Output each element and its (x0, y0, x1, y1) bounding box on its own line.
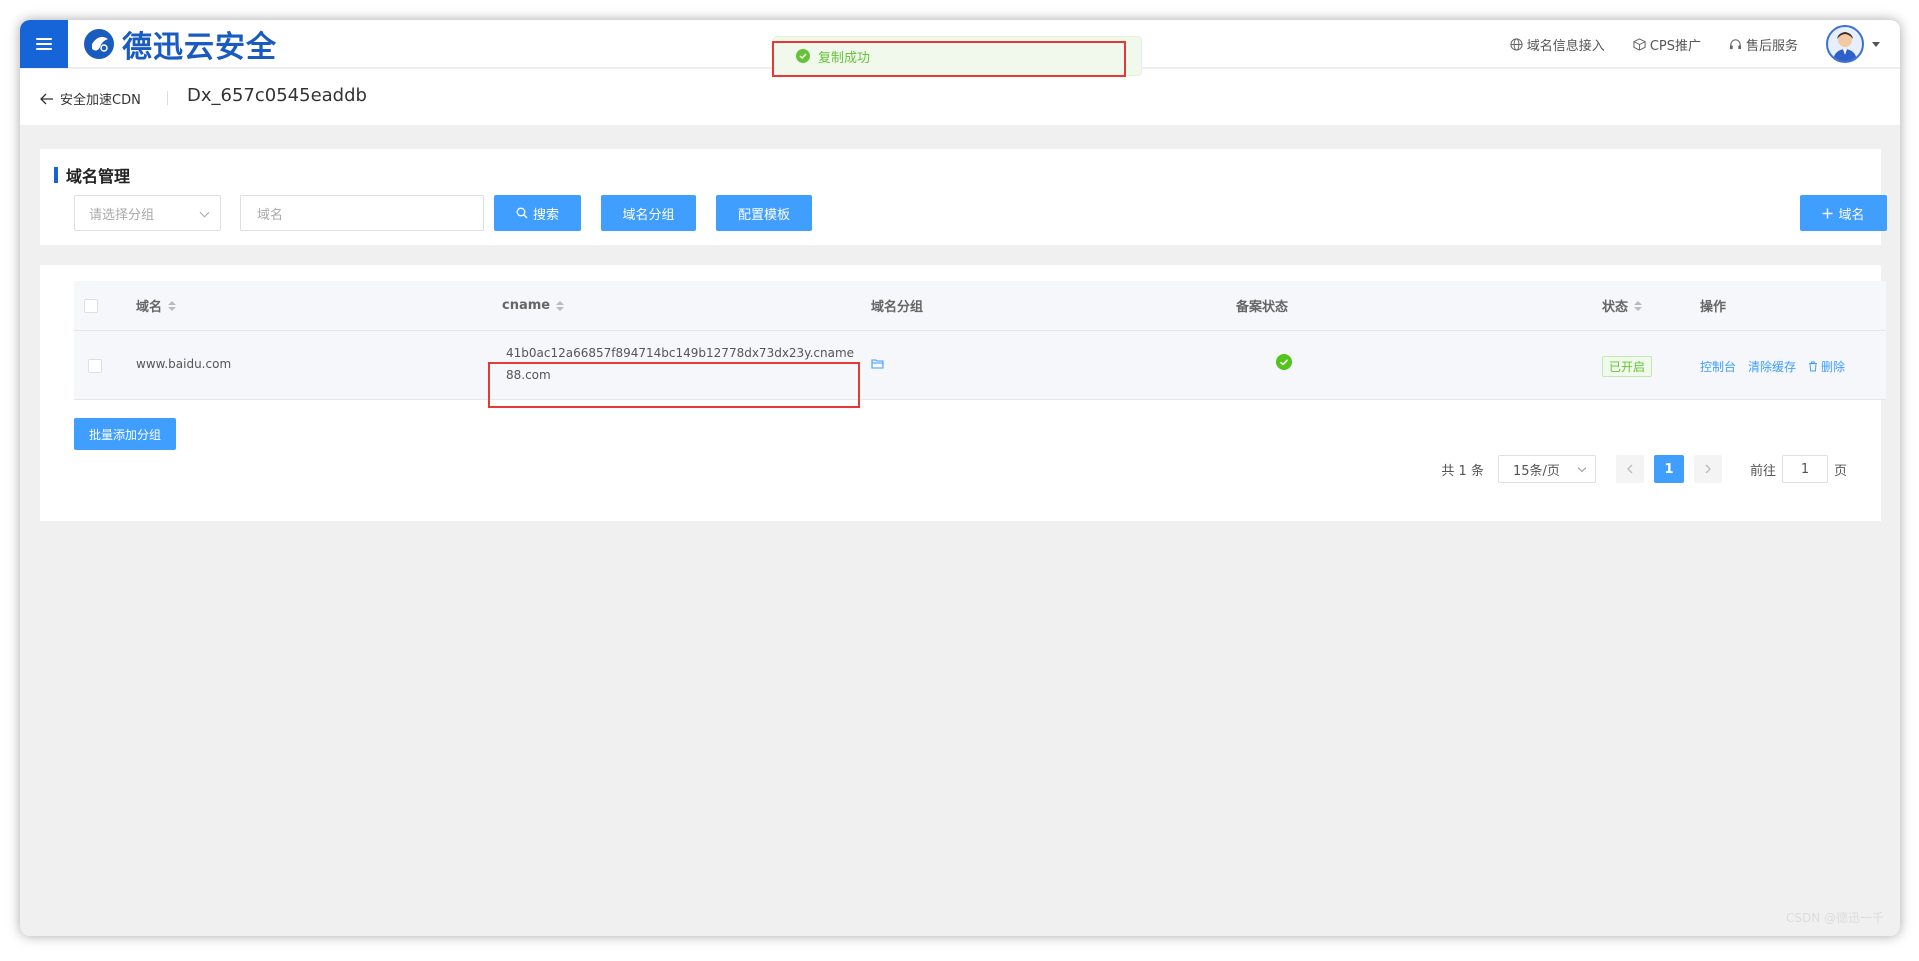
trash-icon (1809, 361, 1818, 372)
header-nav: 域名信息接入 CPS推广 售后服务 (1510, 20, 1880, 68)
prev-page-button[interactable] (1615, 455, 1644, 483)
app-window: 德迅云安全 域名信息接入 CPS推广 售后服务 复制成功 安全加速CDN Dx_… (20, 20, 1900, 936)
arrow-left-icon (40, 93, 53, 104)
chevron-left-icon (1627, 464, 1633, 474)
status-badge: 已开启 (1602, 356, 1653, 377)
user-avatar-icon (1833, 32, 1857, 61)
col-domain[interactable]: 域名 (136, 296, 177, 315)
col-group: 域名分组 (871, 296, 923, 315)
domain-search-placeholder: 域名 (257, 207, 284, 223)
section-title: 域名管理 (54, 163, 130, 187)
sort-icon (556, 300, 565, 311)
total-count: 共 1 条 (1441, 463, 1484, 479)
folder-icon (871, 359, 884, 369)
row-status: 已开启 (1602, 356, 1653, 377)
group-select[interactable]: 请选择分组 (74, 195, 221, 231)
back-link[interactable]: 安全加速CDN (40, 89, 141, 108)
purge-cache-link[interactable]: 清除缓存 (1748, 358, 1796, 375)
domain-group-button[interactable]: 域名分组 (601, 195, 696, 231)
delete-link-label: 删除 (1821, 360, 1846, 374)
highlight-box-toast (772, 41, 1126, 77)
chevron-right-icon (1705, 464, 1711, 474)
col-group-label: 域名分组 (871, 300, 924, 315)
search-button-label: 搜索 (532, 207, 559, 223)
menu-toggle-button[interactable] (20, 20, 68, 68)
search-button[interactable]: 搜索 (494, 195, 581, 231)
pagination: 共 1 条 15条/页 1 前往 1 页 (1441, 455, 1847, 483)
section-title-text: 域名管理 (66, 167, 131, 186)
globe-icon (1510, 37, 1523, 51)
highlight-box-cname (488, 362, 860, 408)
filter-panel: 域名管理 请选择分组 域名 搜索 域名分组 配置模板 域名 (40, 149, 1887, 245)
col-actions: 操作 (1700, 296, 1726, 315)
nav-after-sales-label: 售后服务 (1745, 38, 1798, 54)
logo-text: 德迅云安全 (122, 30, 277, 65)
row-domain: www.baidu.com (136, 357, 232, 371)
select-all-checkbox[interactable] (84, 298, 98, 313)
goto-prefix: 前往 (1749, 463, 1776, 479)
caret-down-icon (1872, 41, 1880, 47)
goto-page: 前往 1 页 (1750, 455, 1847, 483)
add-domain-button-label: 域名 (1838, 207, 1865, 223)
logo[interactable]: 德迅云安全 (82, 24, 277, 65)
config-template-button[interactable]: 配置模板 (716, 195, 812, 231)
domain-search-input[interactable]: 域名 (240, 195, 484, 231)
col-status-label: 状态 (1602, 300, 1629, 315)
nav-cps[interactable]: CPS推广 (1633, 35, 1701, 54)
search-icon (516, 207, 528, 219)
add-domain-button[interactable]: 域名 (1800, 195, 1887, 231)
user-menu[interactable] (1826, 25, 1880, 63)
col-icp-label: 备案状态 (1236, 300, 1289, 315)
page-size-value: 15条/页 (1512, 463, 1560, 479)
nav-after-sales[interactable]: 售后服务 (1729, 35, 1798, 54)
nav-cps-label: CPS推广 (1649, 38, 1701, 54)
avatar (1826, 25, 1864, 63)
plus-icon (1822, 208, 1833, 218)
col-status[interactable]: 状态 (1602, 296, 1643, 315)
config-template-button-label: 配置模板 (737, 207, 790, 223)
nav-domain-info-label: 域名信息接入 (1526, 38, 1605, 54)
menu-icon (36, 38, 52, 50)
goto-suffix: 页 (1833, 463, 1847, 479)
sort-icon (168, 300, 177, 311)
col-icp: 备案状态 (1236, 296, 1288, 315)
col-cname[interactable]: cname (502, 298, 565, 313)
watermark: CSDN @德迅一千 (1785, 911, 1884, 925)
headset-icon (1729, 38, 1742, 49)
nav-domain-info[interactable]: 域名信息接入 (1510, 35, 1605, 54)
back-link-label: 安全加速CDN (60, 93, 141, 108)
table-header: 域名 cname 域名分组 备案状态 状态 操作 (74, 281, 1886, 330)
domain-table-panel: 域名 cname 域名分组 备案状态 状态 操作 www.baidu.com 4… (40, 265, 1886, 521)
row-icp-status (1276, 354, 1292, 370)
row-checkbox[interactable] (88, 359, 102, 373)
breadcrumb: 安全加速CDN Dx_657c0545eaddb (20, 69, 1900, 125)
domain-group-button-label: 域名分组 (622, 207, 675, 223)
row-actions: 控制台 清除缓存 删除 (1700, 358, 1857, 375)
breadcrumb-divider (167, 91, 168, 105)
page-size-select[interactable]: 15条/页 (1497, 455, 1596, 483)
domain-table: 域名 cname 域名分组 备案状态 状态 操作 www.baidu.com 4… (74, 281, 1886, 400)
box-icon (1633, 37, 1646, 51)
sort-icon (1634, 300, 1643, 311)
page-title: Dx_657c0545eaddb (187, 85, 367, 106)
col-domain-label: 域名 (136, 300, 163, 315)
delete-link[interactable]: 删除 (1808, 358, 1845, 375)
chevron-down-icon (199, 207, 210, 218)
page-number[interactable]: 1 (1653, 455, 1684, 483)
row-group[interactable] (871, 358, 884, 369)
logo-icon (84, 29, 114, 59)
goto-page-input[interactable]: 1 (1781, 455, 1828, 483)
title-accent-bar (54, 167, 58, 183)
check-circle-icon (1276, 354, 1292, 370)
chevron-down-icon (1577, 463, 1587, 473)
col-actions-label: 操作 (1700, 300, 1727, 315)
table-row: www.baidu.com 41b0ac12a66857f894714bc149… (74, 330, 1886, 400)
next-page-button[interactable] (1693, 455, 1722, 483)
col-cname-label: cname (502, 298, 551, 313)
group-select-placeholder: 请选择分组 (89, 207, 155, 223)
console-link[interactable]: 控制台 (1700, 358, 1736, 375)
batch-add-group-button[interactable]: 批量添加分组 (74, 418, 176, 450)
